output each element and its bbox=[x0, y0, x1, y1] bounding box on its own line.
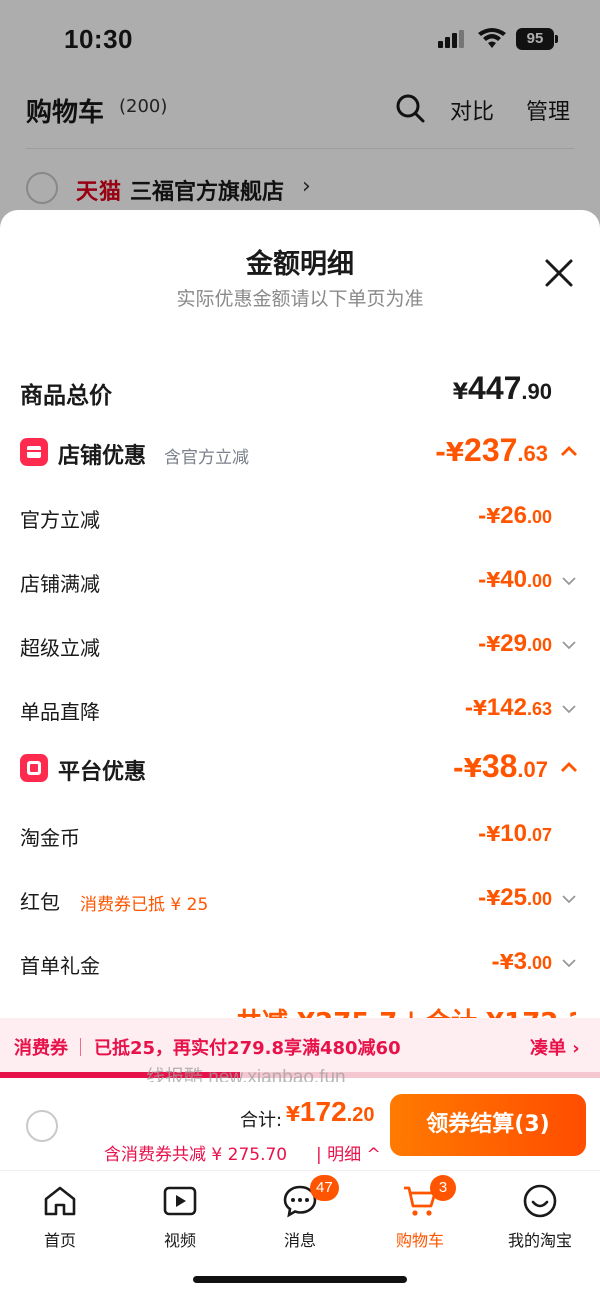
discount-item-amount: -¥10.07 bbox=[478, 820, 552, 847]
discount-item-red-packet[interactable]: 红包 消费券已抵 ¥ 25 -¥25.00 bbox=[0, 880, 600, 920]
total-discount-text: 含消费券共减 ¥ 275.70 bbox=[104, 1145, 288, 1165]
chevron-down-icon[interactable] bbox=[562, 894, 576, 904]
home-icon bbox=[44, 1186, 76, 1216]
sum-label: 合计: bbox=[240, 1110, 283, 1131]
tab-cart[interactable]: 3 购物车 bbox=[360, 1175, 480, 1259]
add-items-link[interactable]: 凑单 › bbox=[530, 1034, 580, 1060]
coupon-applied-note: 消费券已抵 ¥ 25 bbox=[80, 895, 209, 915]
discount-item-amount: -¥3.00 bbox=[491, 948, 552, 975]
discount-item-label: 淘金币 bbox=[20, 826, 80, 850]
coupon-tag: 消费券 bbox=[14, 1038, 68, 1059]
profile-icon bbox=[523, 1184, 557, 1218]
tab-video[interactable]: 视频 bbox=[120, 1179, 240, 1259]
checkout-button[interactable]: 领券结算(3) bbox=[390, 1094, 586, 1156]
discount-item-label: 单品直降 bbox=[20, 700, 100, 724]
tab-label: 视频 bbox=[163, 1231, 196, 1250]
discount-item-first-order[interactable]: 首单礼金 -¥3.00 bbox=[0, 944, 600, 984]
video-icon bbox=[163, 1186, 197, 1216]
discount-item-label: 店铺满减 bbox=[20, 572, 100, 596]
shop-discount-note: 含官方立减 bbox=[164, 448, 249, 468]
discount-item-label: 首单礼金 bbox=[20, 954, 100, 978]
shop-discount-amount: -¥237.63 bbox=[435, 432, 548, 468]
chevron-up-icon[interactable] bbox=[560, 760, 578, 774]
chevron-down-icon[interactable] bbox=[562, 704, 576, 714]
discount-item-store-full-reduction[interactable]: 店铺满减 -¥40.00 bbox=[0, 562, 600, 602]
tab-profile[interactable]: 我的淘宝 bbox=[480, 1179, 600, 1259]
platform-discount-label: 平台优惠 bbox=[58, 760, 147, 785]
sum-amount: ¥172.20 bbox=[286, 1096, 375, 1127]
sheet-title: 金额明细 bbox=[246, 249, 354, 280]
tab-label: 购物车 bbox=[395, 1231, 444, 1250]
tab-home[interactable]: 首页 bbox=[0, 1179, 120, 1259]
checkout-bar: 合计: ¥172.20 含消费券共减 ¥ 275.70 | 明细 ^ 领券结算(… bbox=[0, 1082, 600, 1170]
discount-item-amount: -¥26.00 bbox=[478, 502, 552, 529]
shop-discount-header[interactable]: 店铺优惠 含官方立减 -¥237.63 bbox=[0, 432, 600, 476]
total-price-label: 商品总价 bbox=[20, 383, 112, 409]
tab-label: 消息 bbox=[283, 1231, 316, 1250]
coupon-text: 已抵25，再实付279.8享满480减60 bbox=[94, 1038, 401, 1059]
tab-label: 首页 bbox=[43, 1231, 76, 1250]
discount-item-label: 超级立减 bbox=[20, 636, 100, 660]
chevron-down-icon[interactable] bbox=[562, 640, 576, 650]
discount-item-amount: -¥40.00 bbox=[478, 566, 552, 593]
chevron-down-icon[interactable] bbox=[562, 576, 576, 586]
shop-discount-icon bbox=[20, 438, 48, 466]
tab-label: 我的淘宝 bbox=[507, 1231, 572, 1250]
message-badge: 47 bbox=[310, 1175, 339, 1201]
total-price-value: ¥447.90 bbox=[452, 370, 552, 406]
discount-item-label: 官方立减 bbox=[20, 508, 100, 532]
discount-item-direct[interactable]: 单品直降 -¥142.63 bbox=[0, 690, 600, 730]
discount-item-amount: -¥142.63 bbox=[464, 694, 552, 721]
close-icon[interactable] bbox=[542, 256, 576, 290]
home-indicator[interactable] bbox=[193, 1276, 407, 1283]
platform-discount-amount: -¥38.07 bbox=[452, 748, 548, 784]
summary-line-partial: 共减 ¥275.7 | 合计 ¥172.2 bbox=[236, 1002, 576, 1018]
detail-toggle-link[interactable]: | 明细 ^ bbox=[316, 1140, 381, 1165]
cart-badge: 3 bbox=[430, 1175, 456, 1201]
chevron-down-icon[interactable] bbox=[562, 958, 576, 968]
divider bbox=[80, 1038, 81, 1056]
select-all-radio[interactable] bbox=[26, 1110, 58, 1142]
sheet-subtitle: 实际优惠金额请以下单页为准 bbox=[176, 288, 424, 310]
tab-messages[interactable]: 47 消息 bbox=[240, 1175, 360, 1259]
chevron-up-icon[interactable] bbox=[560, 444, 578, 458]
discount-item-amount: -¥25.00 bbox=[478, 884, 552, 911]
shop-discount-label: 店铺优惠 bbox=[58, 444, 147, 469]
platform-discount-icon bbox=[20, 754, 48, 782]
discount-item-label: 红包 bbox=[20, 890, 60, 914]
discount-item-super[interactable]: 超级立减 -¥29.00 bbox=[0, 626, 600, 666]
amount-detail-sheet: 金额明细 实际优惠金额请以下单页为准 商品总价 ¥447.90 店铺优惠 含官方… bbox=[0, 210, 600, 1298]
discount-item-taojinbi: 淘金币 -¥10.07 bbox=[0, 816, 600, 856]
platform-discount-header[interactable]: 平台优惠 -¥38.07 bbox=[0, 748, 600, 792]
discount-item-amount: -¥29.00 bbox=[478, 630, 552, 657]
discount-item-official: 官方立减 -¥26.00 bbox=[0, 498, 600, 538]
